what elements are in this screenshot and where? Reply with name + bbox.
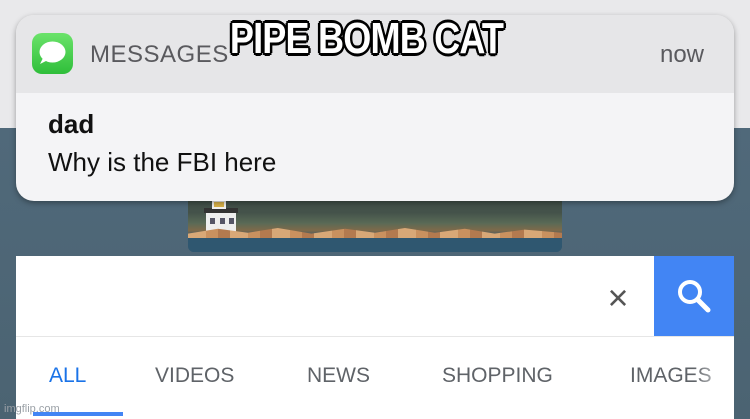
search-input[interactable] <box>16 256 654 336</box>
watermark: imgflip.com <box>4 403 60 415</box>
tab-shopping[interactable]: SHOPPING <box>442 364 553 388</box>
notification-header: MESSAGES now <box>16 15 734 93</box>
notification-sender: dad <box>48 109 95 139</box>
notification-app-name: MESSAGES <box>90 41 229 68</box>
notification-message: Why is the FBI here <box>48 147 277 177</box>
notification-time: now <box>659 41 704 68</box>
search-button[interactable] <box>654 256 734 336</box>
tab-news[interactable]: NEWS <box>307 364 370 388</box>
messages-bubble-icon <box>32 33 73 74</box>
magnifier-icon <box>678 280 711 313</box>
search-panel: × ALL VIDEOS NEWS SHOPPING IMAGES <box>16 256 734 419</box>
close-icon[interactable]: × <box>598 278 638 318</box>
message-notification[interactable]: MESSAGES now dad Why is the FBI here <box>16 15 734 201</box>
tab-all[interactable]: ALL <box>49 364 86 388</box>
tabs-scroll-fade <box>694 337 734 419</box>
tab-videos[interactable]: VIDEOS <box>155 364 234 388</box>
doodle-water <box>188 238 562 252</box>
search-tabs: ALL VIDEOS NEWS SHOPPING IMAGES <box>16 337 734 419</box>
